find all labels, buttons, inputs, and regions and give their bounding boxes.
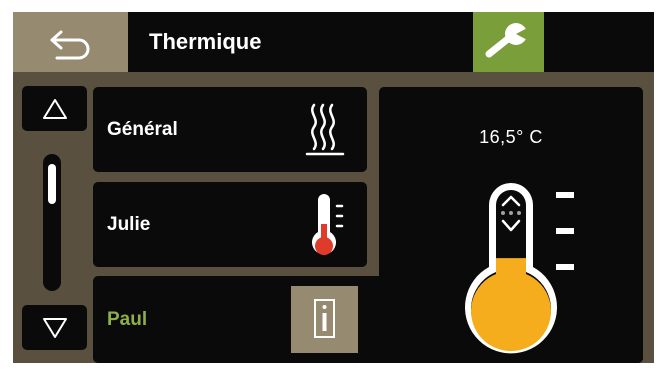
back-arrow-icon [50, 30, 89, 60]
app-frame: Thermique Général Julie Paul 16,5° C [13, 12, 654, 363]
scrollbar[interactable] [43, 154, 61, 291]
heat-waves-icon [305, 103, 345, 156]
triangle-up-icon [42, 98, 67, 119]
wrench-icon [485, 23, 531, 58]
list-item-label: Julie [107, 214, 151, 235]
list-item-label: Paul [107, 309, 148, 330]
scroll-up-button[interactable] [22, 86, 87, 131]
list-item-general[interactable]: Général [93, 87, 367, 172]
settings-button[interactable] [473, 12, 544, 72]
info-icon[interactable] [291, 286, 358, 353]
scale-tick-marks [556, 192, 574, 270]
back-button[interactable] [13, 12, 128, 72]
temperature-panel: 16,5° C [379, 87, 643, 363]
list-item-julie[interactable]: Julie [93, 182, 367, 267]
top-bar: Thermique [13, 12, 654, 72]
temperature-readout: 16,5° C [479, 127, 543, 147]
page-title: Thermique [149, 29, 262, 54]
scroll-sidebar [22, 86, 87, 350]
scroll-down-button[interactable] [22, 305, 87, 350]
scrollbar-thumb[interactable] [48, 164, 56, 204]
dots-separator [501, 211, 521, 215]
list-item-label: Général [107, 119, 178, 140]
thermometer-low-icon [312, 194, 344, 255]
thermometer-control[interactable] [459, 167, 599, 357]
triangle-down-icon [42, 317, 67, 338]
